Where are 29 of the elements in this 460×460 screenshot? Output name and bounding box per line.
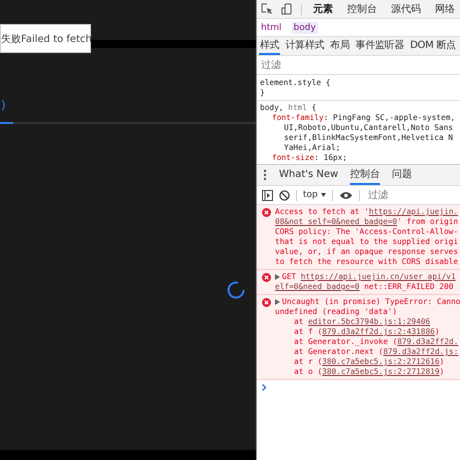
caret-icon[interactable] [320, 193, 326, 197]
breadcrumb-item[interactable]: body [292, 22, 318, 34]
error-icon [262, 298, 271, 307]
inspect-icon[interactable] [261, 3, 273, 15]
styles-tab[interactable]: 计算样式 [284, 37, 326, 55]
devtools-tab[interactable]: 网络 [432, 2, 458, 16]
more-icon[interactable] [263, 169, 267, 181]
eye-icon[interactable] [338, 190, 353, 200]
devtools-tab[interactable]: 源代码 [388, 2, 424, 16]
sidebar-icon[interactable] [262, 190, 273, 200]
devtools-tab[interactable]: 控制台 [344, 2, 380, 16]
styles-tab[interactable]: DOM 断点 [409, 37, 457, 55]
error-icon [262, 273, 271, 282]
devtools-tab[interactable]: 元素 [310, 2, 336, 16]
clear-icon[interactable] [279, 190, 290, 200]
expand-icon[interactable] [275, 299, 280, 305]
prompt-icon[interactable] [262, 384, 267, 391]
toast-message: 失败Failed to fetch [0, 24, 91, 53]
drawer-tab[interactable]: 问题 [392, 165, 412, 185]
context-dropdown[interactable]: top [303, 190, 326, 200]
styles-tab[interactable]: 事件监听器 [354, 37, 406, 55]
device-icon[interactable] [281, 3, 293, 15]
styles-tab[interactable]: 布局 [329, 37, 351, 55]
breadcrumb-item[interactable]: html [261, 22, 282, 32]
expand-icon[interactable] [275, 274, 280, 280]
tab-label[interactable]: ) [1, 98, 6, 112]
drawer-tab[interactable]: 控制台 [350, 165, 380, 185]
drawer-tab[interactable]: What's New [279, 165, 338, 185]
error-icon [262, 208, 271, 217]
